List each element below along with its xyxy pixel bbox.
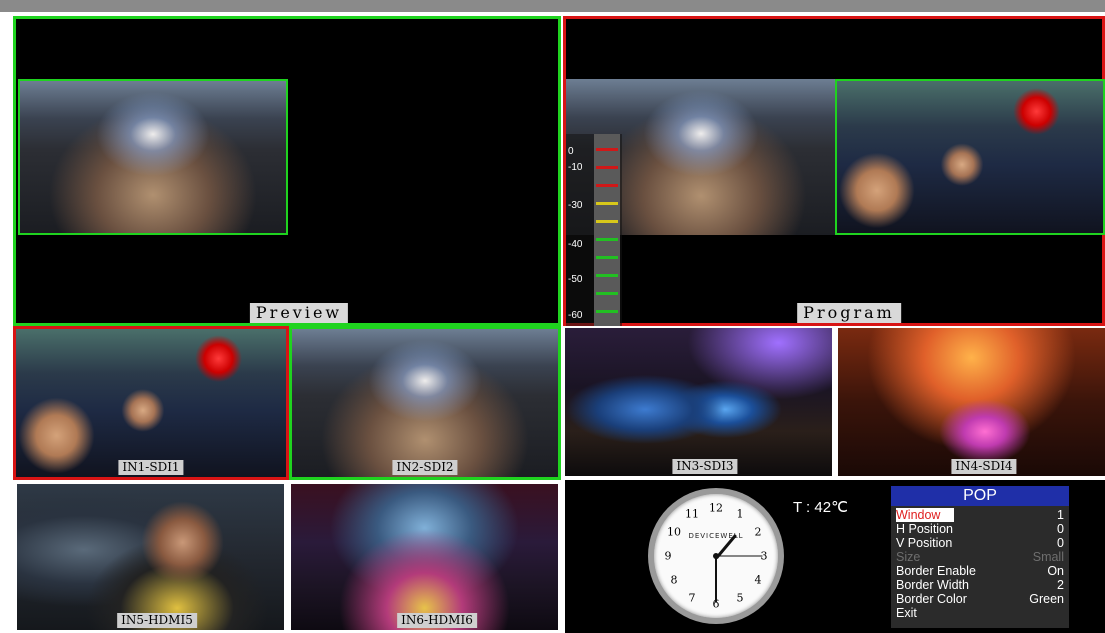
meter-scale-0: 0 [568,146,574,157]
source-label: IN2-SDI2 [392,460,458,475]
menu-item-value: On [1047,564,1064,578]
meter-scale-60: -60 [568,310,583,321]
menu-item-value: Green [1029,592,1064,606]
source-in2[interactable]: IN2-SDI2 [289,326,561,480]
meter-led [596,238,618,241]
meter-led [596,184,618,187]
meter-scale-40: -40 [568,239,583,250]
clock-number: 8 [670,573,678,587]
source-label: IN6-HDMI6 [397,613,477,628]
clock-number: 2 [754,525,762,539]
preview-pip-window[interactable] [18,79,288,235]
clock-number: 7 [688,591,696,605]
clock-number: 1 [736,507,744,521]
clock-face: 12 1 2 3 4 5 6 7 8 9 10 11 DEVICEWELL [654,494,778,618]
audio-meter-bar [594,134,620,326]
menu-item-value: Small [1032,550,1064,564]
menu-item-h-position[interactable]: H Position 0 [896,522,1064,536]
meter-led [596,166,618,169]
pop-menu[interactable]: POP Window 1 H Position 0 V Position 0 S… [891,486,1069,628]
clock-minute-hand [715,556,717,602]
top-bar [0,0,1105,12]
analog-clock: 12 1 2 3 4 5 6 7 8 9 10 11 DEVICEWELL [648,488,784,624]
menu-item-label: Border Width [896,578,969,592]
menu-item-border-enable[interactable]: Border Enable On [896,564,1064,578]
clock-second-hand [716,555,763,557]
pop-menu-header: POP [891,486,1069,506]
temperature-readout: T : 42℃ [793,499,848,516]
meter-scale-30: -30 [568,200,583,211]
meter-led [596,292,618,295]
audio-meter: 0 -10 -30 -40 -50 -60 [566,134,622,326]
clock-number: 12 [709,501,723,515]
menu-item-label: V Position [896,536,953,550]
menu-item-label: Size [896,550,921,564]
menu-item-label: Window [896,508,955,522]
meter-led [596,310,618,313]
menu-item-label: Exit [896,606,917,620]
clock-number: 4 [754,573,762,587]
program-label: Program [797,303,901,323]
source-in3[interactable]: IN3-SDI3 [565,328,832,476]
menu-item-value: 0 [1057,536,1064,550]
menu-item-window[interactable]: Window 1 [896,508,1064,522]
preview-monitor[interactable]: Preview [13,16,561,326]
menu-item-value: 0 [1057,522,1064,536]
clock-brand: DEVICEWELL [688,532,744,540]
source-in1[interactable]: IN1-SDI1 [13,326,289,480]
source-label: IN1-SDI1 [118,460,184,475]
menu-item-border-width[interactable]: Border Width 2 [896,578,1064,592]
menu-item-border-color[interactable]: Border Color Green [896,592,1064,606]
menu-item-value: 1 [1057,508,1064,522]
program-pip-window[interactable] [835,79,1105,235]
source-in4[interactable]: IN4-SDI4 [838,328,1105,476]
clock-number: 9 [664,549,672,563]
clock-number: 10 [667,525,681,539]
source-in6[interactable]: IN6-HDMI6 [291,484,558,630]
source-label: IN4-SDI4 [951,459,1017,474]
meter-scale-10: -10 [568,162,583,173]
source-label: IN5-HDMI5 [117,613,197,628]
menu-item-value: 2 [1057,578,1064,592]
meter-led [596,148,618,151]
meter-scale-50: -50 [568,274,583,285]
meter-led [596,220,618,223]
meter-led [596,274,618,277]
menu-item-label: Border Enable [896,564,976,578]
clock-number: 5 [736,591,744,605]
menu-item-v-position[interactable]: V Position 0 [896,536,1064,550]
meter-led [596,202,618,205]
source-label: IN3-SDI3 [672,459,738,474]
clock-center [713,553,719,559]
status-panel: 12 1 2 3 4 5 6 7 8 9 10 11 DEVICEWELL T … [565,480,1105,633]
menu-item-size: Size Small [896,550,1064,564]
program-monitor[interactable]: 0 -10 -30 -40 -50 -60 Program [563,16,1105,326]
menu-item-exit[interactable]: Exit [896,606,1064,620]
meter-led [596,256,618,259]
clock-number: 11 [685,507,699,521]
source-in5[interactable]: IN5-HDMI5 [17,484,284,630]
preview-label: Preview [249,303,349,323]
menu-item-label: Border Color [896,592,967,606]
menu-item-label: H Position [896,522,953,536]
